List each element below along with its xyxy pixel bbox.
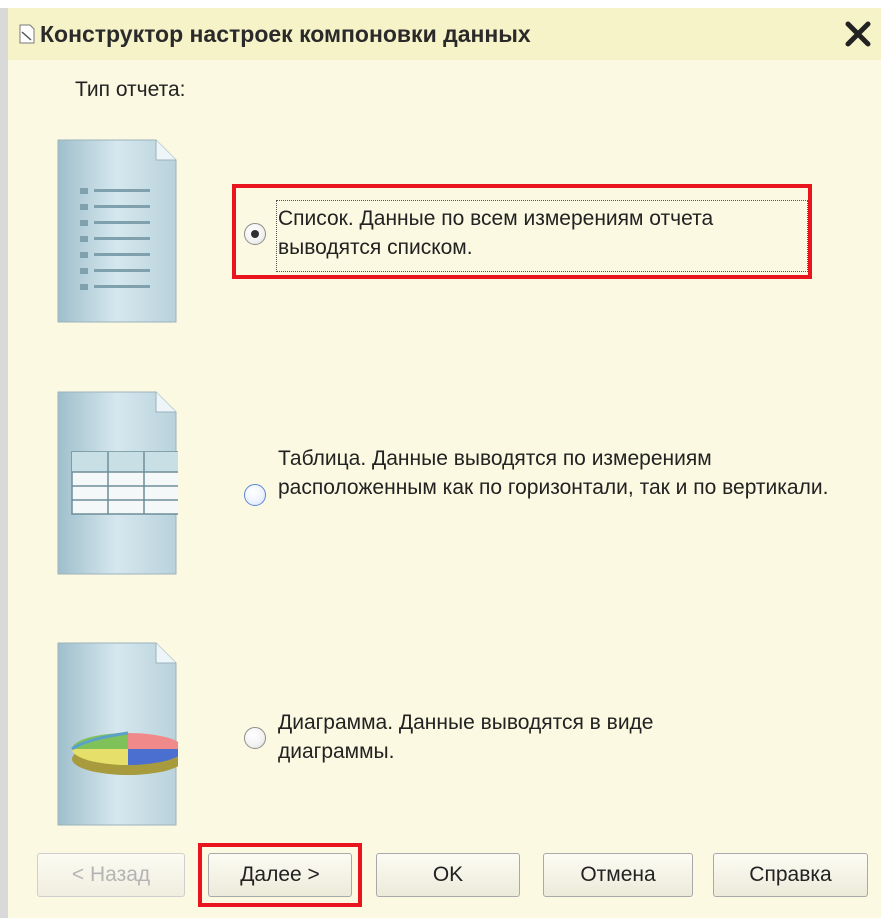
wizard-icon — [19, 24, 35, 44]
button-bar: < Назад Далее > OK Отмена Справка — [8, 820, 881, 918]
option-list[interactable]: Список. Данные по всем измерениям отчета… — [244, 196, 808, 272]
radio-table[interactable] — [244, 484, 266, 506]
option-chart[interactable]: Диаграмма. Данные выводятся в виде диагр… — [244, 708, 784, 774]
back-button[interactable]: < Назад — [37, 853, 185, 897]
cancel-button[interactable]: Отмена — [543, 853, 693, 897]
option-chart-label: Диаграмма. Данные выводятся в виде диагр… — [278, 711, 654, 763]
title-bar: Конструктор настроек компоновки данных — [8, 8, 881, 60]
chart-document-icon — [57, 642, 178, 826]
next-button[interactable]: Далее > — [208, 853, 352, 897]
report-wizard-dialog: Конструктор настроек компоновки данных Т… — [0, 8, 881, 918]
ok-button[interactable]: OK — [376, 853, 520, 897]
option-table-label: Таблица. Данные выводятся по измерениям … — [278, 447, 829, 499]
window-title: Конструктор настроек компоновки данных — [40, 21, 531, 47]
option-table[interactable]: Таблица. Данные выводятся по измерениям … — [244, 446, 828, 546]
radio-list[interactable] — [244, 223, 266, 245]
radio-selected-dot — [251, 230, 259, 238]
report-type-label: Тип отчета: — [75, 78, 186, 101]
option-list-label: Список. Данные по всем измерениям отчета… — [278, 207, 714, 259]
table-document-icon — [57, 391, 178, 575]
close-icon[interactable] — [840, 16, 876, 52]
list-document-icon — [57, 139, 177, 323]
radio-chart[interactable] — [244, 727, 266, 749]
help-button[interactable]: Справка — [713, 853, 868, 897]
